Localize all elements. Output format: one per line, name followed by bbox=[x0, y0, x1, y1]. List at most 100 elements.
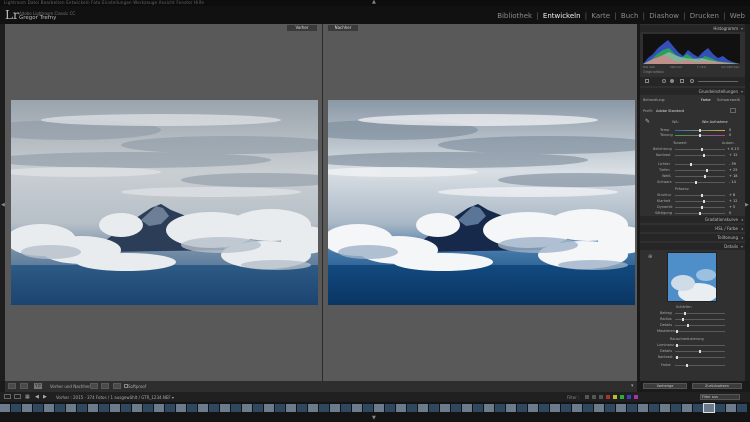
treatment-bw-option[interactable]: Schwarzweiß bbox=[717, 98, 740, 102]
color-label-icon[interactable] bbox=[627, 395, 631, 399]
filmstrip-thumbnail[interactable] bbox=[154, 404, 164, 412]
filmstrip-thumbnail[interactable] bbox=[231, 404, 241, 412]
crop-tool-icon[interactable] bbox=[645, 79, 649, 83]
filmstrip-thumbnail[interactable] bbox=[363, 404, 373, 412]
filmstrip-thumbnail[interactable] bbox=[352, 404, 362, 412]
filmstrip-thumbnail[interactable] bbox=[165, 404, 175, 412]
filmstrip-thumbnail[interactable] bbox=[44, 404, 54, 412]
grid-view-icon[interactable]: ▦ bbox=[25, 394, 30, 400]
filmstrip-thumbnail[interactable] bbox=[66, 404, 76, 412]
filmstrip-thumbnail[interactable] bbox=[572, 404, 582, 412]
histogram[interactable] bbox=[643, 34, 740, 64]
filmstrip-thumbnail[interactable] bbox=[396, 404, 406, 412]
contrast-value[interactable]: + 12 bbox=[729, 153, 738, 157]
noise-luminance-knob[interactable] bbox=[676, 344, 678, 347]
filmstrip-thumbnail[interactable] bbox=[627, 404, 637, 412]
vibrance-slider[interactable] bbox=[675, 207, 725, 208]
temp-knob[interactable] bbox=[699, 129, 701, 132]
treatment-color-option[interactable]: Farbe bbox=[701, 98, 711, 102]
saturation-knob[interactable] bbox=[699, 212, 701, 215]
whites-knob[interactable] bbox=[704, 175, 706, 178]
clarity-knob[interactable] bbox=[703, 200, 705, 203]
panel-collapse-icon[interactable]: ▾ bbox=[741, 243, 743, 250]
color-label-icon[interactable] bbox=[620, 395, 624, 399]
noise-contrast-knob[interactable] bbox=[676, 356, 678, 359]
histogram-header[interactable]: Histogramm ▾ bbox=[640, 25, 745, 32]
filmstrip-thumbnail[interactable] bbox=[506, 404, 516, 412]
filmstrip-source[interactable]: Vorher : 2015 · 374 Fotos / 1 ausgewählt… bbox=[56, 395, 174, 400]
original-photo-toggle[interactable]: Originalfoto bbox=[643, 70, 664, 74]
filmstrip-thumbnail[interactable] bbox=[77, 404, 87, 412]
filmstrip-thumbnail[interactable] bbox=[99, 404, 109, 412]
clarity-slider[interactable] bbox=[675, 201, 725, 202]
noise-luminance-slider[interactable] bbox=[675, 345, 725, 346]
color-label-icon[interactable] bbox=[613, 395, 617, 399]
sharpen-detail-knob[interactable] bbox=[687, 324, 689, 327]
filmstrip-thumbnail[interactable] bbox=[451, 404, 461, 412]
filmstrip-thumbnail[interactable] bbox=[385, 404, 395, 412]
whites-slider[interactable] bbox=[675, 176, 725, 177]
vibrance-value[interactable]: + 5 bbox=[729, 205, 735, 209]
contrast-slider[interactable] bbox=[675, 155, 725, 156]
noise-detail-knob[interactable] bbox=[699, 350, 701, 353]
flag-icon[interactable] bbox=[592, 395, 596, 399]
filmstrip-thumbnail[interactable] bbox=[22, 404, 32, 412]
filmstrip-thumbnail[interactable] bbox=[660, 404, 670, 412]
profile-value[interactable]: Adobe Standard bbox=[656, 109, 684, 113]
filmstrip-thumbnail[interactable] bbox=[253, 404, 263, 412]
color-label-icon[interactable] bbox=[634, 395, 638, 399]
filmstrip-thumbnail[interactable] bbox=[737, 404, 747, 412]
radial-filter-icon[interactable] bbox=[690, 79, 694, 83]
filmstrip-thumbnail[interactable] bbox=[418, 404, 428, 412]
color-label-icon[interactable] bbox=[606, 395, 610, 399]
noise-contrast-slider[interactable] bbox=[675, 357, 725, 358]
filmstrip-thumbnail[interactable] bbox=[539, 404, 549, 412]
filmstrip-thumbnail[interactable] bbox=[440, 404, 450, 412]
tone-auto-button[interactable]: Autom. bbox=[722, 141, 735, 145]
module-entwickeln[interactable]: Entwickeln bbox=[542, 12, 582, 20]
after-photo[interactable] bbox=[328, 100, 635, 305]
os-menu[interactable]: Lightroom Datei Bearbeiten Entwickeln Fo… bbox=[4, 0, 204, 5]
detail-header[interactable]: Details ▾ bbox=[640, 243, 745, 250]
filmstrip-thumbnail[interactable] bbox=[407, 404, 417, 412]
noise-color-slider[interactable] bbox=[675, 365, 725, 366]
filmstrip-thumbnail[interactable] bbox=[484, 404, 494, 412]
swap-before-after-button[interactable] bbox=[113, 383, 121, 389]
sharpen-amount-knob[interactable] bbox=[684, 312, 686, 315]
filmstrip-thumbnail[interactable] bbox=[55, 404, 65, 412]
filmstrip-thumbnail[interactable] bbox=[242, 404, 252, 412]
forward-icon[interactable]: ▶ bbox=[43, 394, 47, 400]
collapse-bottom-icon[interactable]: ▼ bbox=[372, 415, 376, 421]
before-photo[interactable] bbox=[11, 100, 318, 305]
filmstrip-thumbnail[interactable] bbox=[703, 403, 715, 413]
tint-value[interactable]: 0 bbox=[729, 133, 731, 137]
tone-curve-header[interactable]: Gradationskurve ◂ bbox=[640, 216, 745, 223]
filmstrip-thumbnail[interactable] bbox=[11, 404, 21, 412]
filmstrip-thumbnail[interactable] bbox=[550, 404, 560, 412]
filmstrip-thumbnail[interactable] bbox=[638, 404, 648, 412]
filmstrip-thumbnail[interactable] bbox=[583, 404, 593, 412]
panel-expand-icon[interactable]: ◂ bbox=[741, 216, 743, 223]
filmstrip-thumbnail[interactable] bbox=[330, 404, 340, 412]
main-window-icon[interactable] bbox=[4, 394, 11, 399]
hsl-header[interactable]: HSL / Farbe ◂ bbox=[640, 225, 745, 232]
filmstrip-thumbnail[interactable] bbox=[308, 404, 318, 412]
blacks-knob[interactable] bbox=[695, 181, 697, 184]
filmstrip-thumbnail[interactable] bbox=[264, 404, 274, 412]
compare-view-button[interactable] bbox=[20, 383, 28, 389]
split-toning-header[interactable]: Teiltonung ◂ bbox=[640, 234, 745, 241]
previous-settings-button[interactable]: Vorherige bbox=[643, 383, 687, 389]
filmstrip-thumbnail[interactable] bbox=[132, 404, 142, 412]
wb-eyedropper-icon[interactable]: ✎ bbox=[645, 118, 650, 125]
filmstrip-thumbnail[interactable] bbox=[275, 404, 285, 412]
filmstrip-thumbnail[interactable] bbox=[286, 404, 296, 412]
basic-panel-header[interactable]: Grundeinstellungen ▾ bbox=[640, 88, 745, 95]
exposure-value[interactable]: + 0,13 bbox=[727, 147, 739, 151]
filmstrip-thumbnail[interactable] bbox=[176, 404, 186, 412]
red-eye-icon[interactable] bbox=[670, 79, 674, 83]
texture-knob[interactable] bbox=[701, 194, 703, 197]
shadows-knob[interactable] bbox=[706, 169, 708, 172]
blacks-slider[interactable] bbox=[675, 182, 725, 183]
contrast-knob[interactable] bbox=[703, 154, 705, 157]
toolbar-menu-icon[interactable]: ▾ bbox=[631, 383, 634, 389]
